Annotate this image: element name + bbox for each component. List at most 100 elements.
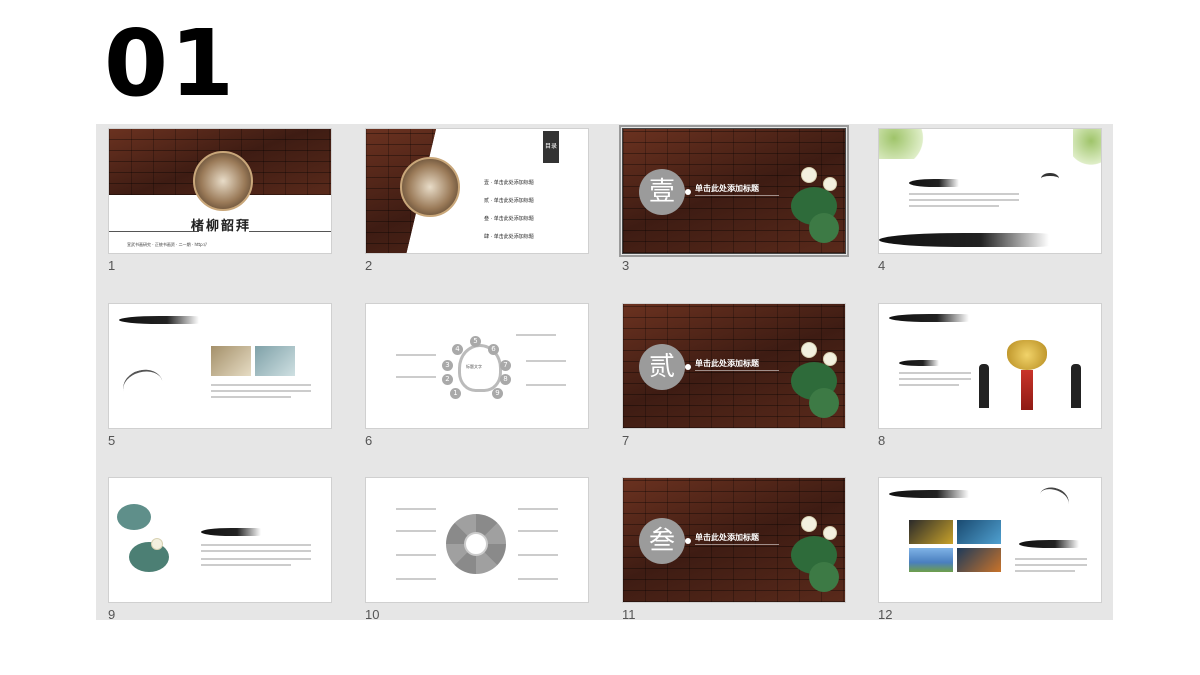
slide-number-1: 1 (108, 258, 116, 273)
text-placeholder (396, 376, 436, 378)
text-placeholder (526, 360, 566, 362)
seal-dot (685, 538, 691, 544)
slide-thumbnail-2[interactable]: 目录 壹 · 单击此处添加标题 贰 · 单击此处添加标题 叁 · 单击此处添加标… (365, 128, 589, 254)
ink-subheading (1019, 540, 1079, 548)
puzzle-photo (909, 520, 953, 544)
section-seal: 壹 (639, 169, 685, 215)
slide-thumbnail-8[interactable] (878, 303, 1102, 429)
swallow-icon (1041, 173, 1059, 184)
slide-thumbnail-3[interactable]: 壹 单击此处添加标题 (619, 125, 849, 257)
text-placeholder (201, 550, 311, 552)
toc-item-2: 贰 · 单击此处添加标题 (484, 198, 534, 204)
text-placeholder (899, 372, 971, 374)
slide-1-footer: 宣武书画研究 · 正统书画资 · 二一期 · http:// (127, 242, 207, 247)
lotus-leaf (809, 213, 839, 243)
ink-heading (889, 490, 969, 498)
ink-landscape (879, 233, 1049, 247)
step-circle: 3 (442, 360, 453, 371)
lotus-flower (801, 516, 817, 532)
bulb-center-label: 标题文字 (466, 364, 482, 369)
section-seal: 贰 (639, 344, 685, 390)
toc-item-3: 叁 · 单击此处添加标题 (484, 216, 534, 222)
lotus-leaf (809, 388, 839, 418)
lotus-flower (151, 538, 163, 550)
slide-number-9: 9 (108, 607, 116, 620)
lotus-leaf (809, 562, 839, 592)
slide-number-4: 4 (878, 258, 886, 273)
lotus-leaf (117, 504, 151, 530)
ink-heading (119, 316, 199, 324)
lotus-flower (823, 352, 837, 366)
lotus-flower (801, 342, 817, 358)
slide-thumbnail-7[interactable]: 贰 单击此处添加标题 (622, 303, 846, 429)
incense-medallion (193, 151, 253, 211)
title-rule (695, 370, 779, 371)
crane-icon (119, 365, 167, 407)
willow-leaves-icon (879, 129, 929, 159)
toc-tag: 目录 (543, 131, 559, 163)
seal-dot (685, 364, 691, 370)
slide-1-title: 楮柳韶拜 (191, 219, 252, 234)
wheel-hub-icon (464, 532, 488, 556)
page-title: 01 (104, 10, 237, 117)
text-placeholder (211, 396, 291, 398)
trophy-icon (1007, 340, 1047, 370)
teamwork-photo (957, 520, 1001, 544)
section-title: 单击此处添加标题 (695, 359, 759, 368)
lotus-flower (801, 167, 817, 183)
text-placeholder (396, 578, 436, 580)
text-placeholder (1015, 558, 1087, 560)
divider-left (109, 231, 199, 232)
sky-photo (909, 548, 953, 572)
incense-medallion (400, 157, 460, 217)
ink-heading (201, 528, 261, 536)
slide-number-10: 10 (365, 607, 380, 620)
text-placeholder (211, 390, 311, 392)
text-placeholder (909, 205, 999, 207)
slide-thumbnail-6[interactable]: 标题文字 3 2 1 4 5 6 7 8 9 (365, 303, 589, 429)
businessman-left (979, 364, 989, 408)
slide-thumbnail-4[interactable] (878, 128, 1102, 254)
step-circle: 6 (488, 344, 499, 355)
text-placeholder (396, 508, 436, 510)
step-circle: 2 (442, 374, 453, 385)
text-placeholder (201, 564, 291, 566)
slide-number-8: 8 (878, 433, 886, 448)
slide-number-7: 7 (622, 433, 630, 448)
slide-thumbnail-9[interactable] (108, 477, 332, 603)
slide-number-12: 12 (878, 607, 893, 620)
slide-thumbnail-5[interactable] (108, 303, 332, 429)
text-placeholder (396, 554, 436, 556)
slide-number-5: 5 (108, 433, 116, 448)
tea-photo (211, 346, 251, 376)
slide-thumbnail-11[interactable]: 叁 单击此处添加标题 (622, 477, 846, 603)
ink-stroke (909, 179, 959, 187)
section-seal: 叁 (639, 518, 685, 564)
text-placeholder (518, 530, 558, 532)
slide-number-3: 3 (622, 258, 630, 273)
slide-sorter: 楮柳韶拜 宣武书画研究 · 正统书画资 · 二一期 · http:// 1 目录… (96, 124, 1113, 620)
step-circle: 9 (492, 388, 503, 399)
slide-number-6: 6 (365, 433, 373, 448)
text-placeholder (211, 384, 311, 386)
ink-heading (889, 314, 969, 322)
tea-set-photo (255, 346, 295, 376)
slide-thumbnail-10[interactable] (365, 477, 589, 603)
text-placeholder (396, 530, 436, 532)
text-placeholder (1015, 564, 1087, 566)
text-placeholder (526, 384, 566, 386)
step-circle: 4 (452, 344, 463, 355)
text-placeholder (909, 199, 1019, 201)
slide-thumbnail-12[interactable] (878, 477, 1102, 603)
ink-subheading (899, 360, 939, 366)
step-circle: 1 (450, 388, 461, 399)
hands-photo (957, 548, 1001, 572)
text-placeholder (899, 378, 971, 380)
toc-item-1: 壹 · 单击此处添加标题 (484, 180, 534, 186)
text-placeholder (909, 193, 1019, 195)
slide-thumbnail-1[interactable]: 楮柳韶拜 宣武书画研究 · 正统书画资 · 二一期 · http:// (108, 128, 332, 254)
lotus-flower (823, 526, 837, 540)
divider-right (249, 231, 331, 232)
section-title: 单击此处添加标题 (695, 184, 759, 193)
seal-dot (685, 189, 691, 195)
